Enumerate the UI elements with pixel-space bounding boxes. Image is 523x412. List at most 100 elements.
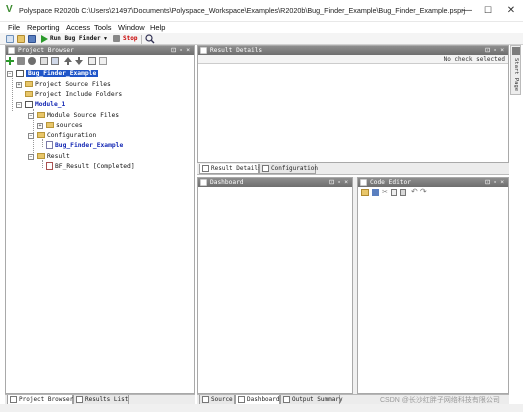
run-icon[interactable]: [40, 35, 48, 43]
source-files-label: Project Source Files: [35, 81, 111, 88]
run-dropdown-icon[interactable]: ▼: [103, 36, 108, 42]
code-editor-panel: Code Editor ⊡ ▫ × ✂ ↶ ↷: [357, 177, 509, 394]
panel-controls[interactable]: ⊡ ▫ ×: [485, 46, 505, 54]
tab-configuration[interactable]: Configuration: [259, 164, 318, 174]
tree-item-bf-result[interactable]: BF_Result [Completed]: [46, 162, 135, 172]
start-page-label: Start Page: [513, 58, 519, 92]
title-bar: V Polyspace R2020b C:\Users\21497\Docume…: [0, 0, 523, 22]
module-label: Module_1: [35, 101, 66, 108]
menu-access[interactable]: Access: [66, 23, 90, 32]
code-editor-title: Code Editor: [370, 179, 411, 186]
menu-file[interactable]: File: [8, 23, 20, 32]
tab-result-details[interactable]: Result Details: [199, 164, 262, 174]
close-button[interactable]: ✕: [497, 2, 523, 19]
configuration-label: Configuration: [47, 132, 97, 139]
cut-icon[interactable]: ✂: [382, 188, 388, 196]
tree-connector: [12, 78, 13, 111]
folder-icon: [37, 132, 45, 139]
folder-icon: [25, 81, 33, 88]
panel-controls[interactable]: ⊡ ▫ ×: [329, 178, 349, 186]
open-file-icon[interactable]: [361, 189, 369, 196]
module-sources-label: Module Source Files: [47, 112, 120, 119]
collapse-toggle[interactable]: −: [28, 133, 34, 139]
tab-source-label: Source: [211, 396, 233, 403]
copy-code-icon[interactable]: [391, 189, 397, 196]
project-browser-icon: [8, 47, 15, 54]
bf-result-label: BF_Result [Completed]: [55, 163, 135, 170]
save-icon[interactable]: [28, 35, 36, 43]
new-project-icon[interactable]: [6, 35, 14, 43]
expand-toggle[interactable]: +: [37, 123, 43, 129]
tree-item-config-bug-finder[interactable]: Bug_Finder_Example: [46, 141, 123, 151]
start-page-icon: [512, 47, 520, 55]
window-title: Polyspace R2020b C:\Users\21497\Document…: [19, 6, 466, 15]
folder-icon: [46, 122, 54, 129]
tab-project-browser-label: Project Browser: [19, 396, 74, 403]
tab-output-summary-label: Output Summary: [292, 396, 343, 403]
code-editor-icon: [360, 179, 367, 186]
polyspace-logo-icon: V: [6, 4, 13, 15]
tab-results-list-label: Results List: [85, 396, 129, 403]
record-icon[interactable]: [28, 57, 36, 65]
project-icon: [16, 69, 24, 77]
result-details-tabs: Result Details Configuration: [197, 163, 509, 175]
menu-help[interactable]: Help: [150, 23, 165, 32]
config-item-label: Bug_Finder_Example: [55, 142, 124, 149]
paste-code-icon[interactable]: [400, 189, 406, 196]
project-browser-header: Project Browser ⊡ ▫ ×: [6, 46, 194, 55]
folder-icon: [25, 91, 33, 98]
output-summary-tab-icon: [283, 396, 290, 403]
configuration-tab-icon: [262, 165, 269, 172]
menu-tools[interactable]: Tools: [94, 23, 112, 32]
tab-result-details-label: Result Details: [211, 165, 262, 172]
search-icon[interactable]: [145, 34, 155, 44]
copy-icon[interactable]: [40, 57, 48, 65]
results-list-tab-icon: [76, 396, 83, 403]
include-folders-label: Project Include Folders: [35, 91, 123, 98]
collapse-toggle[interactable]: −: [28, 113, 34, 119]
result-details-icon: [200, 47, 207, 54]
menu-bar: File Reporting Access Tools Window Help: [0, 22, 523, 33]
panel-controls[interactable]: ⊡ ▫ ×: [485, 178, 505, 186]
start-page-side-tab[interactable]: Start Page: [510, 45, 521, 95]
toolbar-divider: [141, 35, 142, 44]
collapse-toggle[interactable]: −: [28, 154, 34, 160]
main-toolbar: Run Bug Finder ▼ Stop: [0, 33, 523, 45]
stop-icon[interactable]: [113, 35, 120, 42]
panel-controls[interactable]: ⊡ ▫ ×: [171, 46, 191, 54]
tab-configuration-label: Configuration: [271, 165, 318, 172]
collapse-toggle[interactable]: −: [7, 71, 13, 77]
result-details-tab-icon: [202, 165, 209, 172]
result-label: Result: [47, 153, 70, 160]
run-bug-finder-button[interactable]: Run Bug Finder: [50, 35, 101, 42]
tree-item-include-folders[interactable]: Project Include Folders: [25, 90, 122, 100]
result-details-title: Result Details: [210, 47, 263, 54]
dashboard-title: Dashboard: [210, 179, 244, 186]
code-editor-header: Code Editor ⊡ ▫ ×: [358, 178, 508, 187]
filter-icon[interactable]: [99, 57, 107, 65]
paste-icon[interactable]: [51, 57, 59, 65]
delete-icon[interactable]: [17, 57, 25, 65]
stop-button[interactable]: Stop: [123, 35, 137, 42]
dashboard-tab-icon: [238, 396, 245, 403]
menu-reporting[interactable]: Reporting: [27, 23, 60, 32]
move-up-icon[interactable]: [64, 57, 72, 65]
save-file-icon[interactable]: [372, 189, 379, 196]
add-icon[interactable]: [6, 57, 14, 65]
menu-window[interactable]: Window: [118, 23, 145, 32]
undo-icon[interactable]: ↶: [411, 187, 418, 196]
project-browser-toolbar: [6, 56, 190, 66]
module-icon: [25, 100, 33, 108]
move-down-icon[interactable]: [75, 57, 83, 65]
open-folder-icon[interactable]: [17, 35, 25, 43]
source-tab-icon: [202, 396, 209, 403]
project-browser-title: Project Browser: [18, 47, 74, 54]
project-browser-tab-icon: [10, 396, 17, 403]
expand-toggle[interactable]: +: [16, 82, 22, 88]
dashboard-header: Dashboard ⊡ ▫ ×: [198, 178, 352, 187]
collapse-toggle[interactable]: −: [16, 102, 22, 108]
result-details-header: Result Details ⊡ ▫ ×: [198, 46, 508, 55]
dashboard-icon: [200, 179, 207, 186]
settings-icon[interactable]: [88, 57, 96, 65]
redo-icon[interactable]: ↷: [420, 187, 427, 196]
